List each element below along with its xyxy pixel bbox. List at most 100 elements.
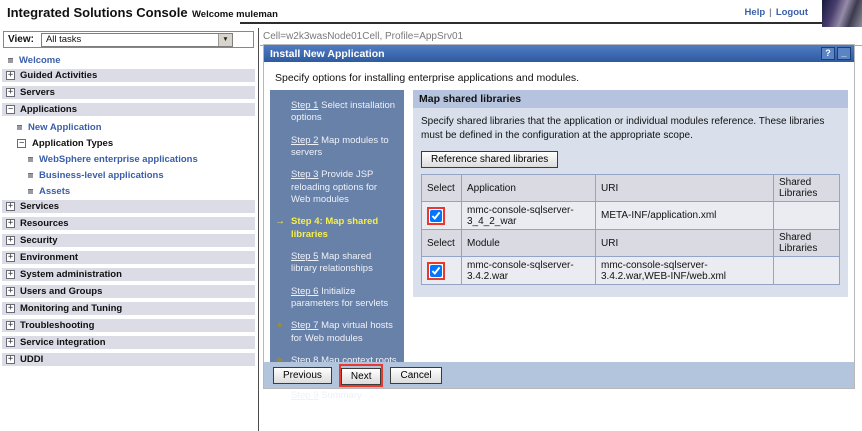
step-1-link[interactable]: Step 1 [291, 100, 318, 111]
sidebar-item-websphere-enterprise-applications[interactable]: WebSphere enterprise applications [0, 152, 257, 168]
annotation-highlight [427, 207, 445, 225]
step-7-link[interactable]: Step 7 [291, 320, 318, 331]
next-button[interactable]: Next [341, 368, 382, 385]
sidebar-section-services[interactable]: + Services [2, 200, 255, 213]
collapse-icon[interactable]: − [6, 105, 15, 114]
previous-button[interactable]: Previous [273, 367, 332, 384]
view-select[interactable]: All tasks ▼ [41, 33, 233, 47]
expand-icon[interactable]: + [6, 202, 15, 211]
assets-link[interactable]: Assets [39, 186, 70, 197]
step-6-link[interactable]: Step 6 [291, 286, 318, 297]
sidebar-main-divider [258, 28, 259, 431]
col-shared-libraries: Shared Libraries [774, 230, 840, 257]
col-select: Select [422, 175, 462, 202]
wizard-step-7: ✦ Step 7 Map virtual hosts for Web modul… [291, 320, 398, 345]
module-table-row: mmc-console-sqlserver-3.4.2.war mmc-cons… [422, 257, 840, 285]
bullet-icon [28, 189, 33, 194]
content-description: Specify shared libraries that the applic… [413, 108, 848, 144]
sidebar-section-uddi[interactable]: + UDDI [2, 353, 255, 366]
header-links: Help|Logout [741, 7, 812, 18]
shared-libraries-table: Select Application URI Shared Libraries … [421, 174, 840, 285]
sidebar-item-welcome[interactable]: Welcome [0, 53, 257, 69]
cancel-button[interactable]: Cancel [390, 367, 441, 384]
wizard-intro-text: Specify options for installing enterpris… [264, 62, 854, 90]
sidebar-section-environment[interactable]: + Environment [2, 251, 255, 264]
sidebar-section-service-integration[interactable]: + Service integration [2, 336, 255, 349]
sidebar-section-guided-activities[interactable]: + Guided Activities [2, 69, 255, 82]
sidebar-section-applications[interactable]: − Applications [2, 103, 255, 116]
sidebar-section-system-administration[interactable]: + System administration [2, 268, 255, 281]
expand-icon[interactable]: + [6, 219, 15, 228]
expand-icon[interactable]: + [6, 253, 15, 262]
wizard-step-4-current: → Step 4: Map shared libraries [291, 216, 398, 241]
sidebar-section-servers[interactable]: + Servers [2, 86, 255, 99]
wizard-title: Install New Application [270, 48, 385, 60]
expand-icon[interactable]: + [6, 355, 15, 364]
business-level-applications-link[interactable]: Business-level applications [39, 170, 164, 181]
sidebar-section-troubleshooting[interactable]: + Troubleshooting [2, 319, 255, 332]
expand-icon[interactable]: + [6, 71, 15, 80]
module-select-checkbox[interactable] [430, 265, 442, 277]
bullet-icon [28, 173, 33, 178]
sidebar-section-monitoring-and-tuning[interactable]: + Monitoring and Tuning [2, 302, 255, 315]
application-table-row: mmc-console-sqlserver-3_4_2_war META-INF… [422, 202, 840, 230]
app-title: Integrated Solutions Console [7, 5, 188, 20]
application-shared-cell [774, 202, 840, 230]
expand-icon[interactable]: + [6, 304, 15, 313]
step-2-link[interactable]: Step 2 [291, 135, 318, 146]
wizard-step-6: Step 6 Initialize parameters for servlet… [291, 286, 398, 311]
sidebar-section-resources[interactable]: + Resources [2, 217, 255, 230]
sidebar-item-new-application[interactable]: New Application [0, 120, 257, 136]
expand-icon[interactable]: + [6, 236, 15, 245]
sidebar-section-users-and-groups[interactable]: + Users and Groups [2, 285, 255, 298]
app-header: Integrated Solutions Console Welcome mul… [0, 0, 862, 27]
welcome-user-text: Welcome muleman [192, 9, 278, 20]
collapse-icon[interactable]: − [17, 139, 26, 148]
expand-icon[interactable]: + [6, 321, 15, 330]
websphere-enterprise-applications-link[interactable]: WebSphere enterprise applications [39, 154, 198, 165]
wizard-step-5: Step 5 Map shared library relationships [291, 251, 398, 276]
current-step-arrow-icon: → [275, 215, 285, 228]
bullet-icon [17, 125, 22, 130]
wizard-body: Step 1 Select installation options Step … [264, 90, 854, 362]
step-marker-icon: ✦ [275, 319, 284, 333]
module-shared-cell [774, 257, 840, 285]
bullet-icon [8, 58, 13, 63]
sidebar-item-business-level-applications[interactable]: Business-level applications [0, 168, 257, 184]
steps-nav: Step 1 Select installation options Step … [270, 90, 404, 362]
sidebar-item-application-types[interactable]: − Application Types [0, 136, 257, 152]
col-select: Select [422, 230, 462, 257]
col-application: Application [462, 175, 596, 202]
expand-icon[interactable]: + [6, 287, 15, 296]
col-uri: URI [596, 230, 774, 257]
wizard-footer: Previous Next Cancel [264, 362, 854, 388]
help-link[interactable]: Help [745, 7, 766, 18]
main-area: Cell=w2k3wasNode01Cell, Profile=AppSrv01… [260, 28, 862, 431]
application-header-row: Select Application URI Shared Libraries [422, 175, 840, 202]
application-select-checkbox[interactable] [430, 210, 442, 222]
expand-icon[interactable]: + [6, 338, 15, 347]
module-select-cell [422, 257, 462, 285]
application-uri-cell: META-INF/application.xml [596, 202, 774, 230]
panel-minimize-button[interactable]: _ [837, 47, 851, 60]
reference-button-row: Reference shared libraries [413, 144, 848, 174]
reference-shared-libraries-button[interactable]: Reference shared libraries [421, 151, 558, 168]
view-task-filter: View: All tasks ▼ [3, 31, 254, 48]
step-5-link[interactable]: Step 5 [291, 251, 318, 262]
step-9-link[interactable]: Step 9 [291, 390, 318, 401]
wizard-step-1: Step 1 Select installation options [291, 100, 398, 125]
welcome-link[interactable]: Welcome [19, 55, 61, 66]
expand-icon[interactable]: + [6, 270, 15, 279]
application-select-cell [422, 202, 462, 230]
annotation-highlight [427, 262, 445, 280]
step-3-link[interactable]: Step 3 [291, 169, 318, 180]
sidebar-item-assets[interactable]: Assets [0, 184, 257, 200]
header-divider [240, 22, 862, 24]
panel-help-button[interactable]: ? [821, 47, 835, 60]
dropdown-arrow-icon[interactable]: ▼ [218, 34, 232, 46]
sidebar-section-security[interactable]: + Security [2, 234, 255, 247]
new-application-link[interactable]: New Application [28, 122, 102, 133]
expand-icon[interactable]: + [6, 88, 15, 97]
logout-link[interactable]: Logout [776, 7, 808, 18]
sidebar-nav: View: All tasks ▼ Welcome + Guided Activ… [0, 28, 257, 431]
